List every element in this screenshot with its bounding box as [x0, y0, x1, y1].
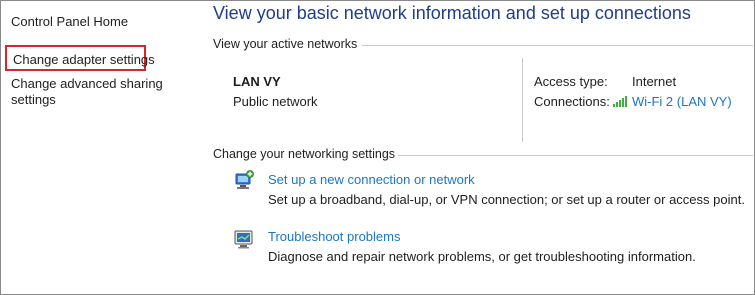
connections-label: Connections:	[534, 94, 610, 109]
setup-connection-description: Set up a broadband, dial-up, or VPN conn…	[268, 192, 745, 207]
wifi-signal-icon	[613, 96, 627, 107]
change-adapter-settings-link[interactable]: Change adapter settings	[13, 52, 155, 67]
networking-settings-divider	[398, 155, 753, 156]
network-setup-icon	[235, 170, 254, 189]
page-title: View your basic network information and …	[213, 3, 691, 23]
networking-settings-heading: Change your networking settings	[213, 147, 396, 161]
setup-connection-link[interactable]: Set up a new connection or network	[268, 172, 475, 187]
control-panel-home-link[interactable]: Control Panel Home	[11, 14, 128, 29]
access-type-value: Internet	[632, 74, 677, 89]
left-nav-pane: Control Panel Home Change adapter settin…	[1, 1, 197, 293]
active-networks-divider	[362, 45, 753, 46]
network-name: LAN VY	[233, 74, 281, 89]
troubleshoot-problems-link[interactable]: Troubleshoot problems	[268, 229, 400, 244]
troubleshoot-icon	[234, 230, 253, 249]
wifi-connection-link[interactable]: Wi-Fi 2 (LAN VY)	[632, 94, 732, 109]
highlight-box: Change adapter settings	[5, 45, 155, 71]
change-advanced-sharing-settings-link[interactable]: Change advanced sharing settings	[11, 76, 181, 108]
network-category: Public network	[233, 94, 318, 109]
network-info-divider	[522, 58, 523, 142]
access-type-label: Access type:	[534, 74, 608, 89]
troubleshoot-problems-description: Diagnose and repair network problems, or…	[268, 249, 696, 264]
active-networks-heading: View your active networks	[213, 37, 358, 51]
